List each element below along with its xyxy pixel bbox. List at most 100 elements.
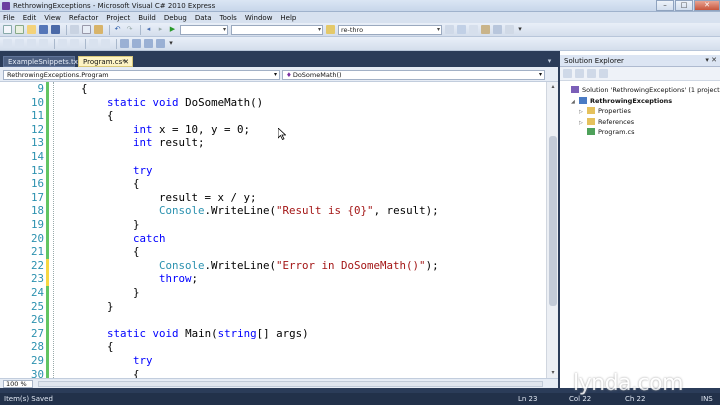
new-project-icon[interactable] <box>3 25 12 34</box>
members-combo[interactable]: ♦DoSomeMath() ▾ <box>282 70 545 80</box>
tree-expander-icon[interactable]: ◢ <box>571 97 579 107</box>
show-all-files-icon[interactable] <box>575 69 584 78</box>
open-folder-icon[interactable] <box>27 25 36 34</box>
code-line[interactable]: 14 <box>0 150 546 164</box>
code-editor[interactable]: 9 {10 static void DoSomeMath() 11 {12 int… <box>0 82 558 378</box>
clear-bookmarks-icon[interactable] <box>156 39 165 48</box>
tree-item[interactable]: ◢ RethrowingExceptions <box>571 96 672 106</box>
code-line[interactable]: 22 Console.WriteLine("Error in DoSomeMat… <box>0 258 546 273</box>
solution-platform-combo[interactable]: ▾ <box>231 24 323 35</box>
code-line[interactable]: 18 Console.WriteLine("Result is {0}", re… <box>0 204 546 218</box>
code-line[interactable]: 26 <box>0 313 546 327</box>
scroll-up-icon[interactable]: ▴ <box>547 82 558 92</box>
next-bookmark-icon[interactable] <box>144 39 153 48</box>
refresh-icon[interactable] <box>587 69 596 78</box>
increase-indent-icon[interactable] <box>70 39 79 48</box>
properties-icon[interactable] <box>563 69 572 78</box>
menu-window[interactable]: Window <box>245 14 273 22</box>
decrease-indent-icon[interactable] <box>58 39 67 48</box>
code-line[interactable]: 28 { <box>0 340 546 354</box>
zoom-combo[interactable]: 100 % <box>3 380 33 388</box>
close-tab-icon[interactable]: ✕ <box>123 57 129 67</box>
tree-expander-icon[interactable]: ▷ <box>579 118 587 128</box>
cut-icon[interactable] <box>70 25 79 34</box>
code-line[interactable]: 20 catch <box>0 231 546 246</box>
solution-explorer-icon[interactable] <box>457 25 466 34</box>
code-line[interactable]: 10 static void DoSomeMath() <box>0 95 546 110</box>
save-icon[interactable] <box>39 25 48 34</box>
start-page-icon[interactable] <box>505 25 514 34</box>
types-combo[interactable]: RethrowingExceptions.Program ▾ <box>3 70 280 80</box>
code-line[interactable]: 25 } <box>0 299 546 314</box>
uncomment-lines-icon[interactable] <box>101 39 110 48</box>
keyword-token: int <box>133 122 153 136</box>
code-line[interactable]: 12 int x = 10, y = 0; <box>0 122 546 137</box>
vertical-scrollbar[interactable]: ▴ ▾ <box>546 82 558 378</box>
view-class-diagram-icon[interactable] <box>599 69 608 78</box>
copy-icon[interactable] <box>82 25 91 34</box>
tree-item[interactable]: ▷ References <box>579 117 634 127</box>
paste-icon[interactable] <box>94 25 103 34</box>
code-line[interactable]: 9 { <box>0 82 546 96</box>
tree-item[interactable]: Program.cs <box>579 127 634 137</box>
tab-example-snippets[interactable]: ExampleSnippets.txt <box>3 56 81 67</box>
quick-info-icon[interactable] <box>27 39 36 48</box>
tree-expander-icon[interactable]: ▷ <box>579 107 587 117</box>
code-line[interactable]: 29 try <box>0 354 546 368</box>
tab-dropdown-icon[interactable]: ▾ <box>545 57 554 66</box>
complete-word-icon[interactable] <box>39 39 48 48</box>
previous-bookmark-icon[interactable] <box>132 39 141 48</box>
code-line[interactable]: 19 } <box>0 218 546 232</box>
undo-icon[interactable]: ↶ <box>113 25 122 34</box>
object-browser-icon[interactable] <box>481 25 490 34</box>
menu-tools[interactable]: Tools <box>220 14 237 22</box>
find-in-files-icon[interactable] <box>445 25 454 34</box>
tree-item[interactable]: Solution 'RethrowingExceptions' (1 proje… <box>563 85 720 95</box>
parameter-info-icon[interactable] <box>15 39 24 48</box>
menu-data[interactable]: Data <box>195 14 212 22</box>
scroll-down-icon[interactable]: ▾ <box>547 368 558 378</box>
toolbox-icon[interactable] <box>493 25 502 34</box>
menu-project[interactable]: Project <box>106 14 130 22</box>
code-line[interactable]: 17 result = x / y; <box>0 190 546 205</box>
menu-edit[interactable]: Edit <box>23 14 37 22</box>
navigate-forward-icon[interactable]: ▸ <box>156 25 165 34</box>
minimize-button[interactable]: – <box>656 0 674 11</box>
menu-view[interactable]: View <box>44 14 61 22</box>
code-line[interactable]: 23 throw; <box>0 272 546 286</box>
toggle-bookmark-icon[interactable] <box>120 39 129 48</box>
code-line[interactable]: 13 int result; <box>0 136 546 150</box>
menu-build[interactable]: Build <box>138 14 156 22</box>
close-button[interactable]: ✕ <box>694 0 720 11</box>
panel-controls[interactable]: ▾ ✕ <box>705 56 717 64</box>
start-debugging-icon[interactable]: ▶ <box>168 25 177 34</box>
list-members-icon[interactable] <box>3 39 12 48</box>
solution-configuration-combo[interactable]: ▾ <box>180 24 228 35</box>
code-line[interactable]: 27 static void Main(string[] args) <box>0 326 546 341</box>
code-line[interactable]: 15 try <box>0 163 546 178</box>
code-line[interactable]: 30 { <box>0 367 546 378</box>
comment-lines-icon[interactable] <box>89 39 98 48</box>
code-line[interactable]: 11 { <box>0 109 546 123</box>
menu-debug[interactable]: Debug <box>164 14 187 22</box>
toolbar-overflow-icon[interactable]: ▾ <box>517 25 523 34</box>
maximize-button[interactable]: □ <box>675 0 693 11</box>
horizontal-scrollbar[interactable] <box>38 381 543 387</box>
menu-help[interactable]: Help <box>280 14 296 22</box>
find-combo[interactable]: re-thro ▾ <box>338 24 442 35</box>
add-item-icon[interactable] <box>15 25 24 34</box>
menu-file[interactable]: File <box>3 14 15 22</box>
navigate-back-icon[interactable]: ◂ <box>144 25 153 34</box>
menu-refactor[interactable]: Refactor <box>69 14 98 22</box>
tab-program-cs[interactable]: Program.cs* ✕ <box>78 56 133 67</box>
redo-icon[interactable]: ↷ <box>125 25 134 34</box>
code-line[interactable]: 21 { <box>0 245 546 259</box>
scrollbar-thumb[interactable] <box>549 136 557 306</box>
find-icon[interactable] <box>326 25 335 34</box>
tree-item[interactable]: ▷ Properties <box>579 106 631 116</box>
toolbar-overflow-icon[interactable]: ▾ <box>168 39 174 48</box>
code-line[interactable]: 16 { <box>0 177 546 191</box>
save-all-icon[interactable] <box>51 25 60 34</box>
code-line[interactable]: 24 } <box>0 286 546 300</box>
properties-window-icon[interactable] <box>469 25 478 34</box>
